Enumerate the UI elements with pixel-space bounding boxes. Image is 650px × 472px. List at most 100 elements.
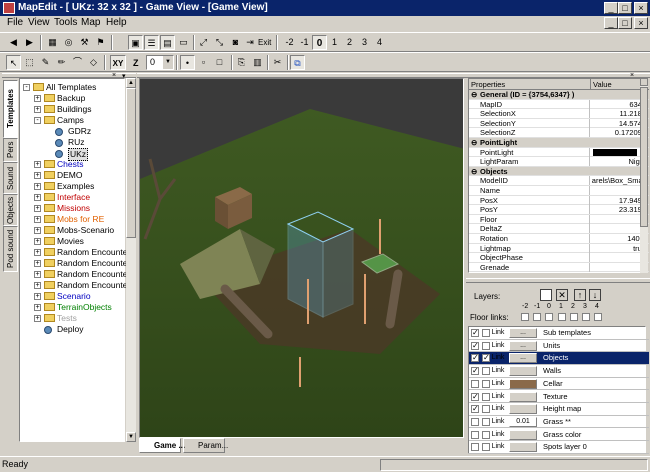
tree-item[interactable]: UKz <box>20 148 124 161</box>
level-button-4[interactable]: 4 <box>372 35 387 50</box>
property-row[interactable]: SelectionX 11.2187 <box>469 109 649 119</box>
tree-item[interactable]: - Camps <box>20 115 124 126</box>
property-row[interactable]: PointLight <box>469 147 649 158</box>
layer-visible-checkbox[interactable]: ✓ <box>471 341 479 350</box>
props-scrollbar[interactable] <box>640 78 648 273</box>
level-button-1[interactable]: 1 <box>327 35 342 50</box>
layer-visible-checkbox[interactable]: ✓ <box>471 392 479 401</box>
floor-link-checkbox[interactable] <box>569 313 578 321</box>
grid-icon[interactable]: ▦ <box>45 35 60 50</box>
mdi-restore-button[interactable]: □ <box>618 17 632 29</box>
floor-link-checkbox[interactable] <box>533 313 542 321</box>
property-row[interactable]: Floor0 <box>469 214 649 225</box>
mdi-minimize-button[interactable]: _ <box>604 17 618 29</box>
exit-icon[interactable]: ⇥ <box>244 35 256 50</box>
layer-row[interactable]: Link Grass color <box>469 429 649 442</box>
menu-tools[interactable]: Tools <box>54 17 77 28</box>
floor-link-checkbox[interactable] <box>582 313 590 321</box>
level-button-minus2[interactable]: -2 <box>282 35 297 50</box>
tab-sound[interactable]: Sound <box>3 162 18 194</box>
tree-item[interactable]: + Movies <box>20 236 124 247</box>
property-row[interactable]: LightParam Night <box>469 157 649 167</box>
terrain-icon[interactable]: ◙ <box>228 35 243 50</box>
tree-item[interactable]: + TerrainObjects <box>20 302 124 313</box>
hammer-icon[interactable]: ⚑ <box>93 35 108 50</box>
tree-item[interactable]: + Interface <box>20 192 124 203</box>
expand-toggle-icon[interactable]: + <box>34 227 41 234</box>
forward-icon[interactable]: ▶ <box>22 35 37 50</box>
tree-item[interactable]: RUz <box>20 137 124 148</box>
expand-toggle-icon[interactable]: + <box>34 238 41 245</box>
property-row[interactable]: Grenade <box>469 262 649 273</box>
tab-game-view[interactable]: Game ... <box>139 438 185 453</box>
layer-row[interactable]: ✓ ✓ Link... Objects <box>469 352 649 365</box>
layer-visible-checkbox[interactable] <box>471 443 479 452</box>
scissors-icon[interactable]: ✂ <box>270 55 285 70</box>
tree-item[interactable]: + Random Encounter <box>20 247 130 258</box>
xy-button[interactable]: XY <box>110 55 126 70</box>
layer-options-button[interactable] <box>509 391 537 402</box>
minimize-button[interactable]: _ <box>604 2 618 14</box>
mdi-close-button[interactable]: × <box>634 17 648 29</box>
tree-scrollbar[interactable]: ▲ ▼ <box>126 78 136 442</box>
tree-item[interactable]: + Random Encounter <box>20 258 130 269</box>
tree-item[interactable]: GDRz <box>20 126 124 137</box>
z-select[interactable]: 0 ▼ <box>146 55 174 70</box>
layer-visible-checkbox[interactable]: ✓ <box>471 329 479 337</box>
level-button-3[interactable]: 3 <box>357 35 372 50</box>
layer-options-button[interactable]: ... <box>509 328 537 338</box>
square-mode-icon[interactable]: ▫ <box>196 55 211 70</box>
property-row[interactable]: ⊖ General (ID = {3754,6347} ) <box>469 90 649 100</box>
layer-options-button[interactable]: 0.01 <box>509 416 537 427</box>
point-mode-icon[interactable]: • <box>180 55 195 70</box>
expand-toggle-icon[interactable]: + <box>34 216 41 223</box>
expand-toggle-icon[interactable]: + <box>34 205 41 212</box>
layer-options-button[interactable] <box>509 378 537 389</box>
layer-row[interactable]: ✓ Link Walls <box>469 365 649 378</box>
paste-icon[interactable]: ▥ <box>250 55 265 70</box>
layer-lock-checkbox[interactable] <box>482 379 490 388</box>
layer-row[interactable]: ✓ Link... Sub templates <box>469 327 649 340</box>
new-layer-icon[interactable] <box>540 289 552 301</box>
property-row[interactable]: PosX 17.9499 <box>469 195 649 206</box>
tree-item[interactable]: + Missions <box>20 203 124 214</box>
expand-toggle-icon[interactable]: + <box>34 249 41 256</box>
tree-item[interactable]: Deploy <box>20 324 124 335</box>
box-mode-icon[interactable]: □ <box>212 55 227 70</box>
layer-row[interactable]: ✓ Link... Units <box>469 340 649 353</box>
layer-visible-checkbox[interactable] <box>471 430 479 439</box>
layer-options-button[interactable] <box>509 404 537 415</box>
back-icon[interactable]: ◀ <box>6 35 21 50</box>
tree-item[interactable]: + DEMO <box>20 170 124 181</box>
game-view-icon[interactable]: ▣ <box>128 35 143 50</box>
property-row[interactable]: ⊖ PointLight <box>469 138 649 148</box>
move-icon[interactable]: ⤢ <box>196 35 211 50</box>
param-view-icon[interactable]: ▤ <box>160 35 175 50</box>
select-icon[interactable]: ⬚ <box>22 55 37 70</box>
level-button-2[interactable]: 2 <box>342 35 357 50</box>
property-row[interactable]: SelectionY 14.5749 <box>469 118 649 129</box>
expand-toggle-icon[interactable]: + <box>34 161 41 168</box>
template-tree[interactable]: - All Templates + Backup + Buildings - Camps GDR… <box>19 78 130 442</box>
layer-lock-checkbox[interactable] <box>482 405 490 414</box>
menu-map[interactable]: Map <box>81 17 100 28</box>
layer-row[interactable]: Link 0.01 Grass ** <box>469 416 649 429</box>
expand-toggle-icon[interactable]: + <box>34 194 41 201</box>
delete-layer-icon[interactable]: ✕ <box>556 289 568 301</box>
color-swatch[interactable] <box>593 148 637 156</box>
layer-down-icon[interactable]: ↓ <box>589 289 601 301</box>
layer-options-button[interactable] <box>509 366 537 377</box>
property-row[interactable]: DeltaZ0 <box>469 224 649 234</box>
level-button-minus1[interactable]: -1 <box>297 35 312 50</box>
expand-toggle-icon[interactable]: + <box>34 304 41 311</box>
layer-up-icon[interactable]: ↑ <box>574 289 586 301</box>
pipette-icon[interactable]: ✎ <box>38 55 53 70</box>
layer-row[interactable]: Link Cellar <box>469 378 649 391</box>
property-row[interactable]: ObjectPhase0 <box>469 253 649 263</box>
property-row[interactable]: ModelID arels\Box_Small <box>469 176 649 186</box>
tree-item[interactable]: + Random Encounter <box>20 269 130 280</box>
floor-link-checkbox[interactable] <box>594 313 603 321</box>
layer-lock-checkbox[interactable] <box>482 392 490 401</box>
tree-item[interactable]: - All Templates <box>20 82 124 93</box>
pointer-icon[interactable]: ↖ <box>6 55 21 70</box>
